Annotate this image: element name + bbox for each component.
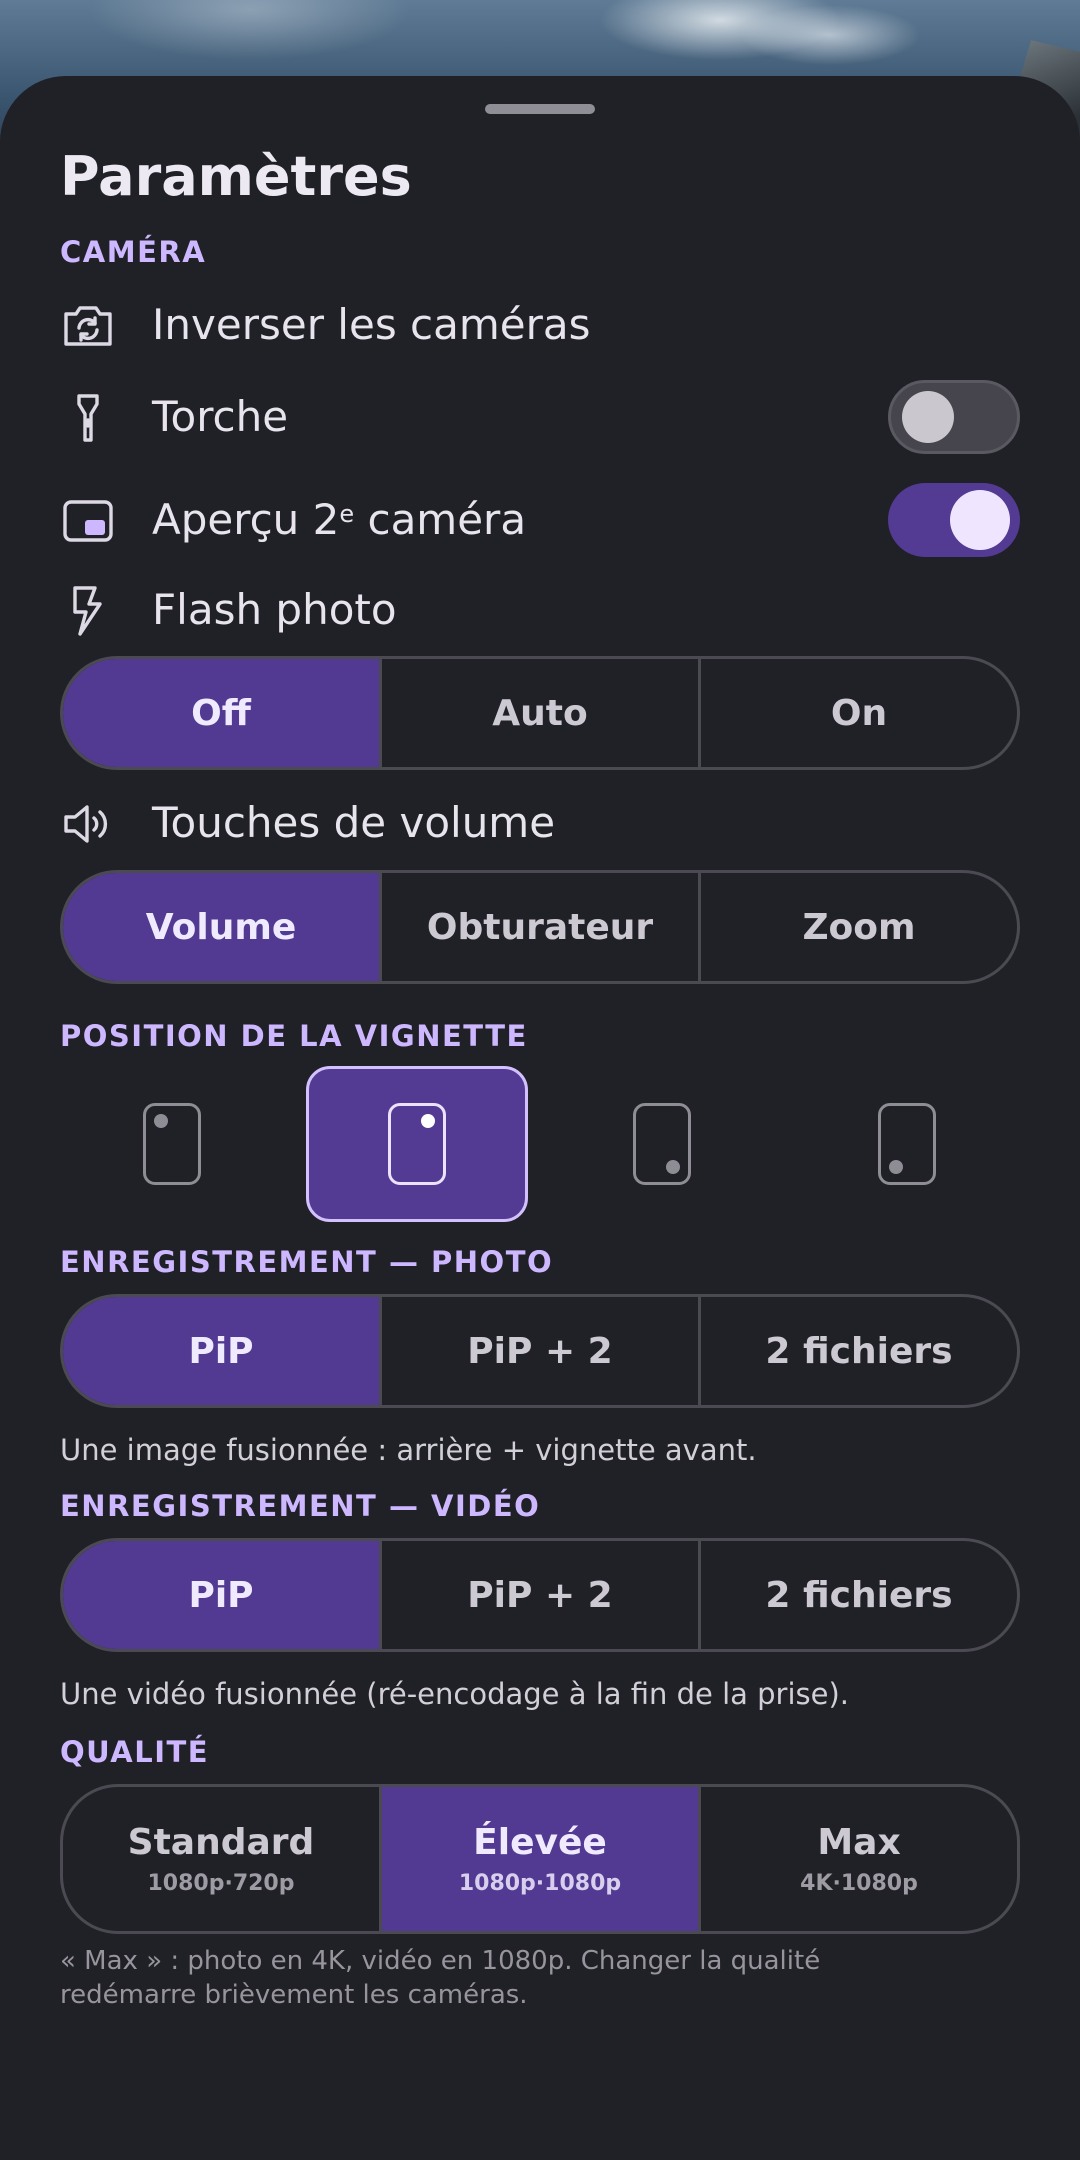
photo-recording-selector: PiP PiP + 2 2 fichiers <box>60 1294 1020 1408</box>
thumbnail-position-bottom-right[interactable] <box>551 1066 773 1222</box>
video-option-pip[interactable]: PiP <box>63 1541 379 1649</box>
photo-option-pip[interactable]: PiP <box>63 1297 379 1405</box>
thumbnail-dot-icon <box>889 1160 903 1174</box>
quality-option-label: Élevée <box>473 1822 607 1863</box>
quality-note: « Max » : photo en 4K, vidéo en 1080p. C… <box>60 1946 821 2010</box>
switch-cameras-row[interactable]: Inverser les caméras <box>60 290 1020 360</box>
thumbnail-position-top-left[interactable] <box>61 1066 283 1222</box>
video-recording-description: Une vidéo fusionnée (ré-encodage à la fi… <box>60 1677 850 1711</box>
preview-label-superscript: e <box>339 500 355 528</box>
switch-cameras-label: Inverser les caméras <box>152 300 591 349</box>
thumbnail-dot-icon <box>421 1114 435 1128</box>
thumbnail-position-top-right[interactable] <box>306 1066 528 1222</box>
flash-mode-selector: Off Auto On <box>60 656 1020 770</box>
flash-option-auto[interactable]: Auto <box>379 659 698 767</box>
quality-option-detail: 1080p·720p <box>147 1871 295 1896</box>
volume-keys-selector: Volume Obturateur Zoom <box>60 870 1020 984</box>
phone-outline-icon <box>633 1103 691 1185</box>
flash-label: Flash photo <box>152 585 397 634</box>
camera-switch-icon <box>60 298 116 354</box>
sheet-drag-handle[interactable] <box>485 104 595 114</box>
volume-option-shutter[interactable]: Obturateur <box>379 873 698 981</box>
photo-recording-description: Une image fusionnée : arrière + vignette… <box>60 1433 757 1467</box>
torch-label: Torche <box>152 392 289 441</box>
quality-option-standard[interactable]: Standard 1080p·720p <box>63 1787 379 1931</box>
volume-keys-label: Touches de volume <box>152 798 556 847</box>
flash-icon <box>60 583 116 639</box>
phone-outline-icon <box>878 1103 936 1185</box>
section-video-recording-label: ENREGISTREMENT — VIDÉO <box>60 1489 541 1523</box>
preview-toggle-knob <box>950 490 1010 550</box>
preview-label-suffix: caméra <box>354 495 527 544</box>
quality-option-label: Max <box>817 1822 901 1863</box>
phone-outline-icon <box>388 1103 446 1185</box>
thumbnail-dot-icon <box>666 1160 680 1174</box>
quality-selector: Standard 1080p·720p Élevée 1080p·1080p M… <box>60 1784 1020 1934</box>
torch-toggle[interactable] <box>888 380 1020 454</box>
quality-option-label: Standard <box>127 1822 315 1863</box>
flash-row: Flash photo <box>60 575 1020 645</box>
photo-option-two-files[interactable]: 2 fichiers <box>698 1297 1017 1405</box>
video-recording-selector: PiP PiP + 2 2 fichiers <box>60 1538 1020 1652</box>
preview-label-text: Aperçu 2 <box>152 495 340 544</box>
torch-icon <box>60 390 116 446</box>
second-camera-preview-row[interactable]: Aperçu 2e caméra <box>60 483 1020 557</box>
second-camera-preview-toggle[interactable] <box>888 483 1020 557</box>
photo-option-pip-plus-2[interactable]: PiP + 2 <box>379 1297 698 1405</box>
flash-option-off[interactable]: Off <box>63 659 379 767</box>
volume-option-zoom[interactable]: Zoom <box>698 873 1017 981</box>
torch-toggle-knob <box>902 391 954 443</box>
quality-option-max[interactable]: Max 4K·1080p <box>698 1787 1017 1931</box>
torch-row[interactable]: Torche <box>60 380 1020 454</box>
volume-keys-row: Touches de volume <box>60 788 1020 858</box>
section-photo-recording-label: ENREGISTREMENT — PHOTO <box>60 1245 554 1279</box>
quality-option-detail: 4K·1080p <box>800 1871 918 1896</box>
section-camera-label: CAMÉRA <box>60 235 207 269</box>
thumbnail-dot-icon <box>154 1114 168 1128</box>
thumbnail-position-bottom-left[interactable] <box>796 1066 1018 1222</box>
flash-option-on[interactable]: On <box>698 659 1017 767</box>
video-option-two-files[interactable]: 2 fichiers <box>698 1541 1017 1649</box>
volume-option-volume[interactable]: Volume <box>63 873 379 981</box>
second-camera-preview-label: Aperçu 2e caméra <box>152 485 526 555</box>
quality-option-high[interactable]: Élevée 1080p·1080p <box>379 1787 698 1931</box>
page-title: Paramètres <box>60 145 412 208</box>
phone-outline-icon <box>143 1103 201 1185</box>
picture-in-picture-icon <box>60 493 116 549</box>
quality-option-detail: 1080p·1080p <box>458 1871 622 1896</box>
section-thumbnail-position-label: POSITION DE LA VIGNETTE <box>60 1019 528 1053</box>
video-option-pip-plus-2[interactable]: PiP + 2 <box>379 1541 698 1649</box>
volume-icon <box>60 796 116 852</box>
section-quality-label: QUALITÉ <box>60 1735 210 1769</box>
